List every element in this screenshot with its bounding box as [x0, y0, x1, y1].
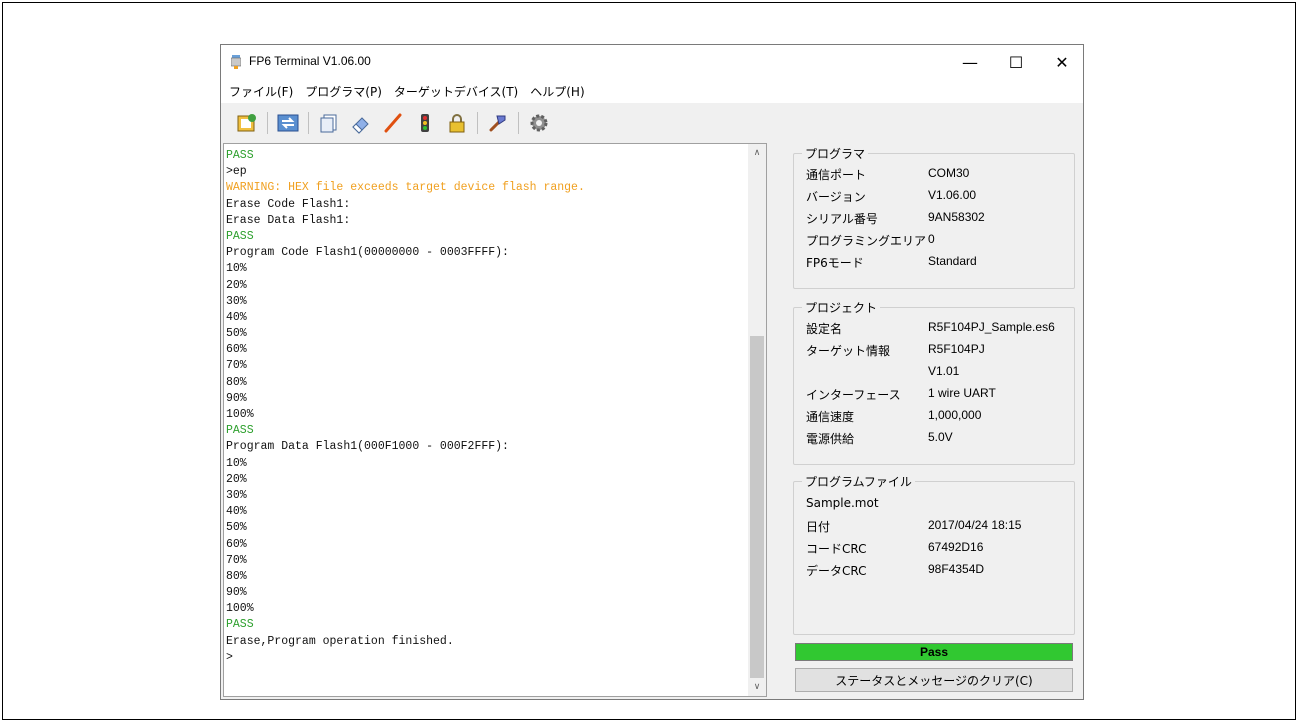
- console-line: WARNING: HEX file exceeds target device …: [226, 181, 585, 195]
- scroll-down-icon[interactable]: ∨: [748, 678, 766, 696]
- console-line: Erase,Program operation finished.: [226, 634, 454, 648]
- connect-button[interactable]: [274, 109, 302, 137]
- blank-check-icon: [320, 114, 337, 133]
- console-line: 50%: [226, 521, 247, 535]
- program-icon: [384, 113, 402, 133]
- menu-programmer[interactable]: プログラマ(P): [299, 83, 388, 100]
- console-line: Program Code Flash1(00000000 - 0003FFFF)…: [226, 246, 509, 260]
- program-file-panel: プログラムファイル Sample.mot 日付 2017/04/24 18:15 …: [793, 473, 1075, 635]
- menu-help[interactable]: ヘルプ(H): [524, 83, 590, 100]
- minimize-button[interactable]: —: [947, 45, 993, 79]
- program-button[interactable]: [379, 109, 407, 137]
- protect-button[interactable]: [443, 109, 471, 137]
- console-line: PASS: [226, 618, 254, 632]
- app-icon: [231, 55, 241, 69]
- console-scrollbar[interactable]: ∧ ∨: [748, 144, 766, 696]
- maximize-button[interactable]: ☐: [993, 45, 1039, 79]
- verify-button[interactable]: [411, 109, 439, 137]
- blank-check-button[interactable]: [315, 109, 343, 137]
- clear-status-button[interactable]: ステータスとメッセージのクリア(C): [795, 668, 1073, 692]
- menu-bar: ファイル(F) プログラマ(P) ターゲットデバイス(T) ヘルプ(H): [221, 79, 1083, 103]
- erase-icon: [352, 117, 369, 134]
- erase-button[interactable]: [347, 109, 375, 137]
- open-settings-icon: [237, 114, 256, 132]
- console-line: Erase Data Flash1:: [226, 213, 351, 227]
- options-gear-icon: [530, 114, 548, 132]
- console-line: 50%: [226, 327, 247, 341]
- console-line: Program Data Flash1(000F1000 - 000F2FFF)…: [226, 440, 509, 454]
- options-button[interactable]: [525, 109, 553, 137]
- status-indicator: Pass: [795, 643, 1073, 661]
- console-line: 90%: [226, 391, 247, 405]
- console-line: 60%: [226, 343, 247, 357]
- toolbar-separator: [267, 112, 268, 134]
- close-button[interactable]: ✕: [1039, 45, 1085, 79]
- program-file-panel-title: プログラムファイル: [802, 473, 915, 490]
- connect-icon: [277, 114, 299, 132]
- console-line: 90%: [226, 586, 247, 600]
- autoprocedure-icon: [489, 115, 506, 132]
- window-title: FP6 Terminal V1.06.00: [249, 54, 371, 68]
- console-line: 40%: [226, 310, 247, 324]
- console-line: 20%: [226, 278, 247, 292]
- console-line: PASS: [226, 229, 254, 243]
- title-bar[interactable]: FP6 Terminal V1.06.00 — ☐ ✕: [221, 45, 1083, 79]
- console-line: PASS: [226, 424, 254, 438]
- console-line: 40%: [226, 505, 247, 519]
- console-line: 80%: [226, 569, 247, 583]
- toolbar-separator: [308, 112, 309, 134]
- console-lines: PASS >ep WARNING: HEX file exceeds target …: [226, 148, 746, 666]
- console-line: PASS: [226, 149, 254, 162]
- console-line: 20%: [226, 472, 247, 486]
- console-output[interactable]: PASS >ep WARNING: HEX file exceeds target …: [223, 143, 767, 697]
- autoprocedure-button[interactable]: [484, 109, 512, 137]
- console-line: >: [226, 650, 233, 664]
- verify-icon: [421, 114, 429, 132]
- scrollbar-thumb[interactable]: [750, 336, 764, 678]
- toolbar: [221, 103, 1083, 143]
- console-line: 30%: [226, 294, 247, 308]
- menu-file[interactable]: ファイル(F): [223, 83, 299, 100]
- open-settings-button[interactable]: [233, 109, 261, 137]
- console-line: 10%: [226, 262, 247, 276]
- scroll-up-icon[interactable]: ∧: [748, 144, 766, 162]
- console-line: 70%: [226, 553, 247, 567]
- programmer-panel: プログラマ 通信ポート COM30 バージョン V1.06.00 シリアル番号 9AN…: [793, 145, 1075, 289]
- toolbar-separator: [518, 112, 519, 134]
- console-line: 10%: [226, 456, 247, 470]
- protect-icon: [449, 114, 465, 133]
- menu-target-device[interactable]: ターゲットデバイス(T): [388, 83, 524, 100]
- toolbar-separator: [477, 112, 478, 134]
- console-line: 70%: [226, 359, 247, 373]
- console-line: Erase Code Flash1:: [226, 197, 351, 211]
- fp6-terminal-window: FP6 Terminal V1.06.00 — ☐ ✕ ファイル(F) プログラ…: [220, 44, 1084, 700]
- console-line: >ep: [226, 165, 247, 179]
- console-line: 100%: [226, 602, 254, 616]
- project-panel-title: プロジェクト: [802, 299, 881, 316]
- console-line: 60%: [226, 537, 247, 551]
- console-line: 30%: [226, 488, 247, 502]
- console-line: 100%: [226, 408, 254, 421]
- console-line: 80%: [226, 375, 247, 389]
- programmer-panel-title: プログラマ: [802, 145, 869, 162]
- project-panel: プロジェクト 設定名 R5F104PJ_Sample.es6 ターゲット情報 R5F…: [793, 299, 1075, 465]
